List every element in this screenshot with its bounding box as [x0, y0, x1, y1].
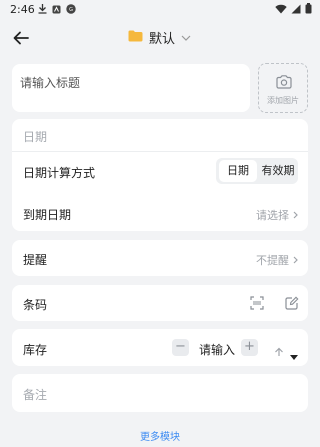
svg-text:G: G — [69, 7, 73, 13]
notification-app-icon — [52, 4, 61, 17]
barcode-row: 条码 — [12, 285, 308, 321]
chevron-down-icon — [181, 30, 191, 45]
note-field[interactable]: 备注 — [12, 374, 308, 412]
date-section: 日期 日期计算方式 日期 有效期 到期日期 请选择 — [12, 119, 308, 231]
date-calc-toggle: 日期 有效期 — [216, 158, 298, 184]
date-calc-label: 日期计算方式 — [23, 166, 96, 180]
stock-increment-button[interactable]: + — [241, 339, 258, 356]
date-calc-row: 日期计算方式 日期 有效期 — [12, 152, 308, 190]
more-modules-link[interactable]: 更多模块 — [0, 428, 320, 443]
wifi-icon — [275, 4, 287, 17]
reminder-label: 提醒 — [23, 253, 48, 267]
stock-label: 库存 — [23, 343, 48, 357]
reminder-value: 不提醒 — [256, 254, 289, 267]
status-time: 2:46 — [10, 3, 35, 16]
edit-icon[interactable] — [285, 295, 299, 314]
folder-icon — [128, 30, 143, 46]
add-photo-label: 添加图片 — [267, 96, 299, 105]
expiry-date-label: 到期日期 — [23, 208, 72, 222]
top-bar: 默认 — [0, 20, 320, 56]
barcode-label: 条码 — [23, 298, 48, 312]
expiry-date-picker[interactable]: 请选择 — [256, 207, 298, 223]
expiry-date-row[interactable]: 到期日期 请选择 — [12, 195, 308, 231]
expiry-date-value: 请选择 — [256, 209, 289, 222]
stock-row: 库存 − 请输入 + — [12, 329, 308, 366]
title-placeholder: 请输入标题 — [20, 76, 81, 90]
folder-name: 默认 — [149, 32, 176, 47]
folder-selector[interactable]: 默认 — [128, 28, 191, 47]
stock-input[interactable]: 请输入 — [199, 341, 235, 358]
battery-icon — [305, 3, 312, 17]
camera-icon — [276, 74, 292, 93]
chevron-right-icon — [293, 256, 298, 264]
status-bar: 2:46 G — [0, 0, 320, 18]
reminder-picker[interactable]: 不提醒 — [256, 252, 298, 268]
scan-icon[interactable] — [250, 295, 264, 314]
note-placeholder: 备注 — [23, 388, 48, 402]
signal-icon — [291, 4, 301, 17]
arrow-left-icon — [13, 31, 29, 45]
date-calc-option-date[interactable]: 日期 — [219, 160, 257, 182]
date-section-title: 日期 — [23, 130, 48, 144]
add-photo-button[interactable]: 添加图片 — [258, 63, 308, 113]
sort-arrow-up-icon[interactable] — [274, 342, 284, 361]
title-field[interactable]: 请输入标题 — [12, 64, 250, 112]
download-icon — [38, 4, 47, 17]
reminder-row[interactable]: 提醒 不提醒 — [12, 240, 308, 276]
stock-decrement-button[interactable]: − — [172, 339, 189, 356]
translate-app-icon: G — [66, 4, 76, 17]
back-button[interactable] — [10, 27, 32, 49]
date-section-header: 日期 — [12, 119, 308, 151]
date-calc-option-validity[interactable]: 有效期 — [259, 160, 297, 182]
caret-down-icon[interactable] — [290, 345, 298, 364]
chevron-right-icon — [293, 211, 298, 219]
